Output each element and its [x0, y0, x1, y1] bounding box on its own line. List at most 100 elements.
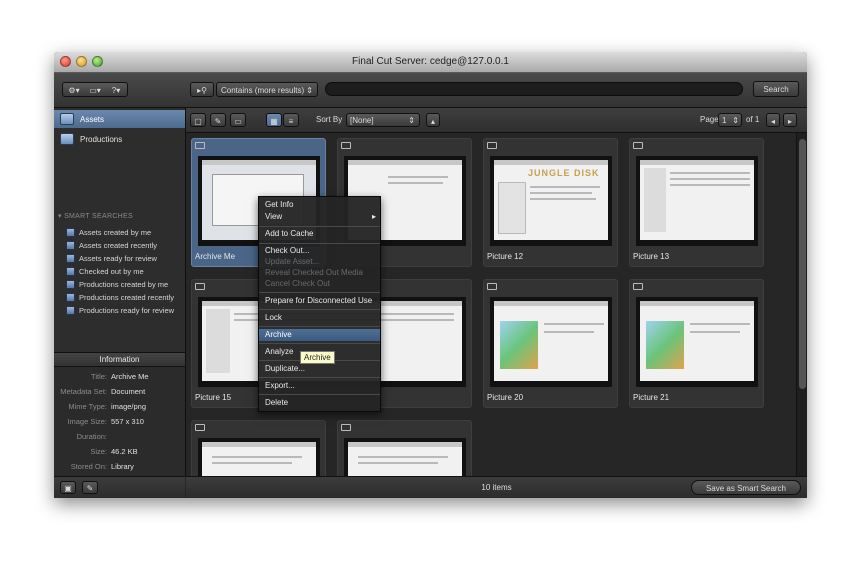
toolbar-menu-group: ⚙▾ ▭▾ ?▾: [62, 82, 128, 97]
gear-icon[interactable]: ⚙▾: [64, 83, 84, 98]
stepper-icon: ⇕: [306, 86, 313, 95]
information-header: Information: [54, 353, 185, 367]
folder-icon: ▭: [234, 117, 242, 126]
asset-thumbnail: [344, 438, 466, 476]
asset-label: Picture 20: [487, 393, 524, 402]
page-select[interactable]: 1 ⇕: [718, 113, 742, 127]
previous-page-button[interactable]: ◂: [766, 113, 780, 127]
add-search-button[interactable]: ✎: [82, 481, 98, 494]
menu-separator: [259, 377, 380, 378]
sidebar-item-label: Productions: [80, 134, 123, 144]
sidebar-item-productions[interactable]: Productions: [54, 130, 185, 148]
asset-tile[interactable]: Picture 13: [629, 138, 764, 267]
smart-search-item[interactable]: Productions created by me: [54, 278, 185, 291]
grid-view-button[interactable]: ▦: [266, 113, 282, 127]
menu-separator: [259, 243, 380, 244]
menu-item-delete[interactable]: Delete: [259, 397, 380, 409]
menu-separator: [259, 226, 380, 227]
asset-thumbnail: JUNGLE DISK: [490, 156, 612, 246]
smart-searches-header[interactable]: ▾ SMART SEARCHES: [58, 212, 133, 220]
sidebar-item-assets[interactable]: Assets: [54, 110, 185, 128]
chevron-right-icon: ▸: [787, 117, 792, 126]
sort-by-select[interactable]: [None] ⇕: [346, 113, 420, 127]
menu-item-archive[interactable]: Archive: [259, 329, 380, 341]
asset-tile[interactable]: Picture 21: [629, 279, 764, 408]
scrollbar-thumb[interactable]: [799, 139, 806, 389]
help-icon[interactable]: ?▾: [106, 83, 126, 98]
list-view-button[interactable]: ≡: [283, 113, 299, 127]
smart-search-item[interactable]: Productions ready for review: [54, 304, 185, 317]
info-value: Archive Me: [111, 372, 149, 381]
asset-tile[interactable]: [191, 420, 326, 476]
menu-item-get-info[interactable]: Get Info: [259, 199, 380, 211]
smart-search-item[interactable]: Checked out by me: [54, 265, 185, 278]
menu-item-lock[interactable]: Lock: [259, 312, 380, 324]
search-input[interactable]: [325, 82, 743, 96]
smart-search-label: Assets created recently: [79, 241, 157, 250]
smart-search-item[interactable]: Productions created recently: [54, 291, 185, 304]
app-window: Final Cut Server: cedge@127.0.0.1 ⚙▾ ▭▾ ?▾…: [54, 52, 807, 498]
menu-item-add-to-cache[interactable]: Add to Cache: [259, 228, 380, 240]
window-title: Final Cut Server: cedge@127.0.0.1: [352, 56, 509, 67]
image-type-icon: [195, 283, 205, 290]
productions-icon: [60, 133, 74, 145]
smart-search-item[interactable]: Assets ready for review: [54, 252, 185, 265]
menu-item-label: View: [265, 212, 283, 221]
smart-search-label: Productions ready for review: [79, 306, 175, 315]
search-scope-button[interactable]: ▸⚲: [190, 82, 214, 97]
asset-tile[interactable]: Picture 20: [483, 279, 618, 408]
smart-search-label: Productions created by me: [79, 280, 169, 289]
info-row-mime-type: Mime Type: image/png: [54, 402, 185, 416]
info-row-image-size: Image Size: 557 x 310: [54, 417, 185, 431]
sort-direction-button[interactable]: ▴: [426, 113, 440, 127]
search-button[interactable]: Search: [753, 81, 799, 97]
search-mode-label: Contains (more results): [221, 86, 305, 95]
view-menu-icon[interactable]: ▭▾: [84, 83, 106, 98]
info-value: Document: [111, 387, 146, 396]
menu-item-duplicate[interactable]: Duplicate...: [259, 363, 380, 375]
archive-tooltip: Archive: [300, 351, 335, 364]
asset-thumbnail: [198, 438, 320, 476]
info-row-duration: Duration:: [54, 432, 185, 446]
menu-item-prepare-for-disconnected-use[interactable]: Prepare for Disconnected Use: [259, 295, 380, 307]
smart-search-label: Checked out by me: [79, 267, 144, 276]
smart-search-icon: [66, 280, 75, 289]
edit-button[interactable]: ✎: [210, 113, 226, 127]
asset-label: Picture 21: [633, 393, 670, 402]
menu-separator: [259, 394, 380, 395]
info-key: Size:: [90, 447, 107, 456]
asset-label: Picture 12: [487, 252, 524, 261]
page-total: of 1: [746, 115, 760, 124]
info-panel-icon: ▣: [64, 484, 72, 493]
asset-tile[interactable]: [337, 420, 472, 476]
chevron-left-icon: ◂: [770, 117, 775, 126]
content-toolbar: ▢ ✎ ▭ ▦ ≡ Sort By [None] ⇕ ▴ Page 1 ⇕ of…: [186, 108, 807, 133]
sort-by-label: Sort By: [316, 115, 343, 124]
grid-scrollbar[interactable]: [796, 133, 807, 476]
save-smart-search-button[interactable]: Save as Smart Search: [691, 480, 801, 495]
next-page-button[interactable]: ▸: [783, 113, 797, 127]
toggle-info-button[interactable]: ▣: [60, 481, 76, 494]
asset-thumbnail: [636, 297, 758, 387]
page-value: 1: [722, 116, 727, 125]
menu-item-cancel-check-out: Cancel Check Out: [265, 279, 330, 288]
smart-search-item[interactable]: Assets created recently: [54, 239, 185, 252]
asset-label: Picture 15: [195, 393, 232, 402]
menu-item-view[interactable]: View ▸: [259, 211, 380, 223]
search-icon: ▸⚲: [197, 86, 207, 95]
new-folder-button[interactable]: ▭: [230, 113, 246, 127]
search-mode-select[interactable]: Contains (more results) ⇕: [216, 82, 318, 97]
smart-search-icon: [66, 306, 75, 315]
asset-label: Archive Me: [195, 252, 236, 261]
lock-button[interactable]: ▢: [190, 113, 206, 127]
asset-label: Picture 13: [633, 252, 670, 261]
asset-tile[interactable]: JUNGLE DISK Picture 12: [483, 138, 618, 267]
smart-search-icon: [66, 267, 75, 276]
menu-item-export[interactable]: Export...: [259, 380, 380, 392]
smart-search-label: Assets ready for review: [79, 254, 157, 263]
menu-separator: [259, 292, 380, 293]
grid-icon: ▦: [270, 117, 278, 126]
page-label: Page: [700, 115, 719, 124]
wand-plus-icon: ✎: [86, 484, 94, 493]
smart-search-item[interactable]: Assets created by me: [54, 226, 185, 239]
